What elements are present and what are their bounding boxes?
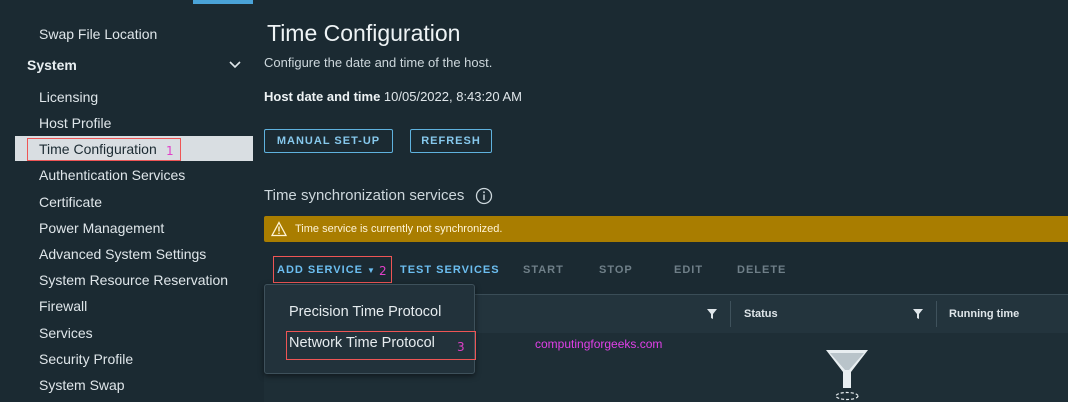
column-header-running-time[interactable]: Running time	[949, 308, 1019, 320]
annotation-box-3	[286, 331, 476, 360]
chevron-down-icon[interactable]	[228, 58, 242, 72]
sidebar-item-certificate[interactable]: Certificate	[39, 194, 102, 210]
filter-icon[interactable]	[912, 308, 924, 320]
sidebar-item-security-profile[interactable]: Security Profile	[39, 351, 133, 367]
manual-setup-button[interactable]: MANUAL SET-UP	[264, 129, 393, 153]
sidebar-item-host-profile[interactable]: Host Profile	[39, 115, 111, 131]
sidebar-item-swap-file-location[interactable]: Swap File Location	[39, 26, 157, 42]
sidebar-item-system-swap[interactable]: System Swap	[39, 377, 125, 393]
warning-icon	[271, 221, 287, 237]
filter-icon[interactable]	[706, 308, 718, 320]
column-separator	[730, 301, 731, 327]
host-date-time: Host date and time 10/05/2022, 8:43:20 A…	[264, 89, 522, 104]
host-date-value: 10/05/2022, 8:43:20 AM	[383, 89, 522, 104]
sidebar-item-advanced-system-settings[interactable]: Advanced System Settings	[39, 246, 206, 262]
column-separator	[936, 301, 937, 327]
warning-banner: Time service is currently not synchroniz…	[264, 216, 1068, 242]
test-services-button[interactable]: TEST SERVICES	[400, 264, 500, 276]
sidebar: Swap File Location System Licensing Host…	[0, 0, 254, 402]
sidebar-item-system-resource-reservation[interactable]: System Resource Reservation	[39, 272, 228, 288]
stop-button[interactable]: STOP	[599, 264, 633, 276]
refresh-button[interactable]: REFRESH	[410, 129, 492, 153]
start-button[interactable]: START	[523, 264, 564, 276]
info-icon[interactable]	[475, 187, 493, 205]
sidebar-item-power-management[interactable]: Power Management	[39, 220, 164, 236]
menu-item-precision-time-protocol[interactable]: Precision Time Protocol	[289, 304, 441, 320]
sync-services-title: Time synchronization services	[264, 187, 465, 204]
delete-button[interactable]: DELETE	[737, 264, 786, 276]
annotation-box-1	[27, 138, 181, 161]
warning-text: Time service is currently not synchroniz…	[295, 223, 503, 235]
add-service-dropdown: Precision Time Protocol Network Time Pro…	[264, 284, 475, 374]
annotation-number-2: 2	[379, 264, 387, 278]
annotation-number-1: 1	[166, 144, 174, 158]
page-title: Time Configuration	[267, 20, 461, 46]
watermark: computingforgeeks.com	[535, 337, 663, 351]
annotation-box-2	[273, 256, 392, 283]
host-date-label: Host date and time	[264, 89, 381, 104]
annotation-number-3: 3	[457, 340, 465, 354]
sidebar-item-licensing[interactable]: Licensing	[39, 89, 98, 105]
sidebar-item-firewall[interactable]: Firewall	[39, 298, 87, 314]
edit-button[interactable]: EDIT	[674, 264, 703, 276]
page-subtitle: Configure the date and time of the host.	[264, 55, 493, 70]
sidebar-section-system[interactable]: System	[27, 57, 77, 73]
sidebar-item-authentication-services[interactable]: Authentication Services	[39, 167, 185, 183]
sidebar-item-services[interactable]: Services	[39, 325, 93, 341]
empty-filter-funnel-icon	[826, 350, 868, 401]
column-header-status[interactable]: Status	[744, 308, 778, 320]
